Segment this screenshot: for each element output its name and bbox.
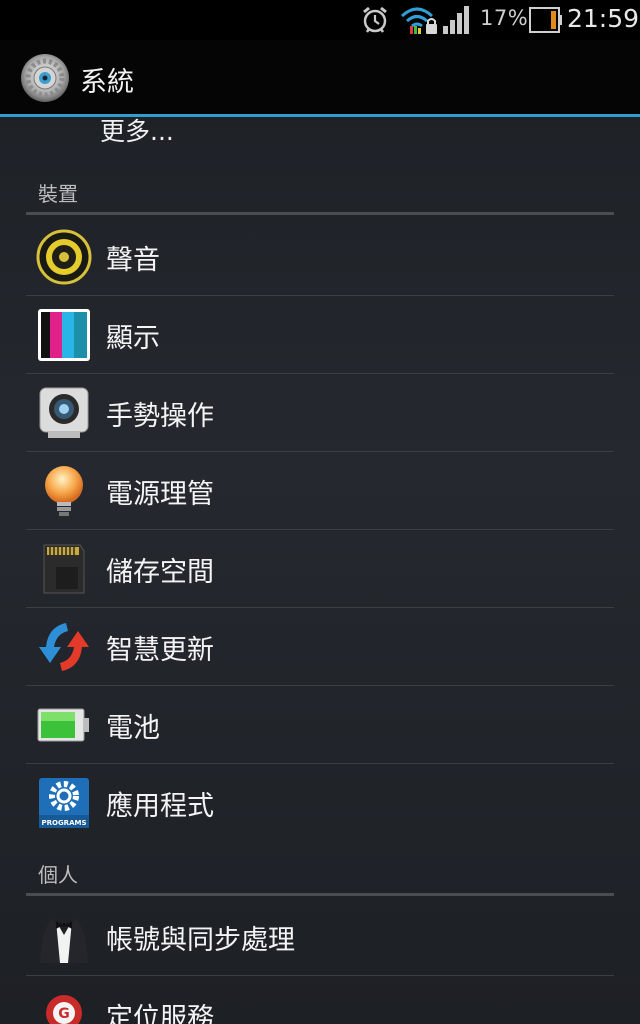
gesture-camera-icon xyxy=(39,387,89,438)
settings-item-apps[interactable]: PROGRAMS 應用程式 xyxy=(26,764,614,842)
clock: 21:59 xyxy=(567,4,640,33)
settings-item-location[interactable]: G 定位服務 xyxy=(26,976,614,1024)
more-item[interactable]: 更多... xyxy=(100,112,174,148)
settings-item-gesture[interactable]: 手勢操作 xyxy=(26,374,614,452)
alarm-icon xyxy=(363,6,387,33)
lightbulb-icon xyxy=(45,466,83,516)
section-divider xyxy=(26,212,614,215)
programs-icon: PROGRAMS xyxy=(39,778,89,828)
settings-item-label: 應用程式 xyxy=(106,791,214,822)
settings-item-label: 顯示 xyxy=(106,323,160,354)
signal-icon xyxy=(443,6,469,34)
status-bar: 17% 21:59 xyxy=(0,0,640,40)
settings-item-label: 儲存空間 xyxy=(106,557,214,588)
display-icon xyxy=(38,309,90,361)
section-header-device: 裝置 xyxy=(38,182,78,206)
action-bar-divider xyxy=(0,114,640,117)
settings-item-display[interactable]: 顯示 xyxy=(26,296,614,374)
page-title: 系統 xyxy=(80,67,134,98)
settings-item-label: 定位服務 xyxy=(106,1003,214,1024)
settings-gear-icon[interactable] xyxy=(20,53,70,103)
tuxedo-icon xyxy=(40,919,88,963)
settings-item-label: 電池 xyxy=(106,713,160,744)
section-header-personal: 個人 xyxy=(38,863,78,887)
settings-item-label: 帳號與同步處理 xyxy=(106,925,295,956)
battery-percent: 17% xyxy=(480,6,529,30)
location-pin-icon: G xyxy=(46,995,82,1024)
speaker-icon xyxy=(36,229,92,285)
settings-screen: 17% 21:59 系統 更多... 裝置 聲音 顯示 手勢操作 電源理管 儲存… xyxy=(0,0,640,1024)
settings-item-power[interactable]: 電源理管 xyxy=(26,452,614,530)
settings-item-accounts-sync[interactable]: 帳號與同步處理 xyxy=(26,898,614,976)
svg-text:G: G xyxy=(58,1006,70,1022)
wifi-locked-icon xyxy=(400,7,437,34)
settings-item-smart-update[interactable]: 智慧更新 xyxy=(26,608,614,686)
section-divider xyxy=(26,893,614,896)
settings-item-label: 智慧更新 xyxy=(106,635,214,666)
battery-status-icon xyxy=(529,7,562,33)
svg-text:PROGRAMS: PROGRAMS xyxy=(41,819,86,827)
update-arrows-icon xyxy=(39,623,89,671)
settings-item-storage[interactable]: 儲存空間 xyxy=(26,530,614,608)
sd-card-icon xyxy=(43,544,85,594)
settings-item-label: 電源理管 xyxy=(106,479,214,510)
settings-item-label: 手勢操作 xyxy=(106,401,214,432)
battery-icon xyxy=(37,708,89,742)
settings-item-battery[interactable]: 電池 xyxy=(26,686,614,764)
settings-item-sound[interactable]: 聲音 xyxy=(26,218,614,296)
settings-item-label: 聲音 xyxy=(106,245,160,276)
